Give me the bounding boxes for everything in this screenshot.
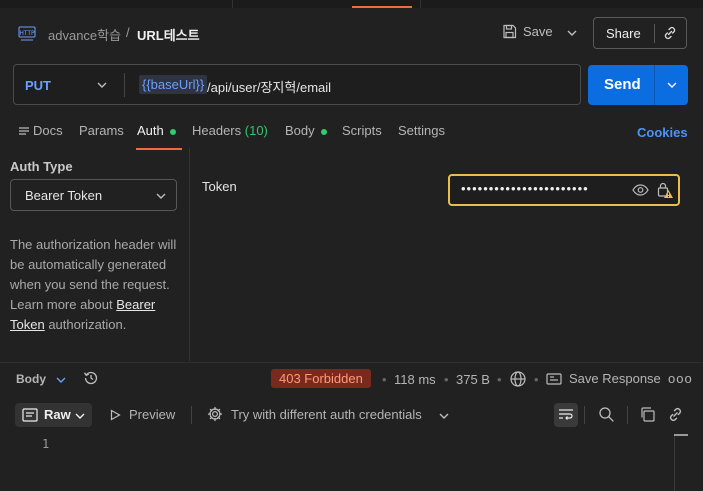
divider <box>191 406 192 424</box>
token-input[interactable]: ••••••••••••••••••••••• <box>448 174 680 206</box>
active-indicator <box>169 128 176 135</box>
tab-divider <box>232 0 233 8</box>
more-icon[interactable]: ooo <box>668 371 693 386</box>
tab-settings-label: Settings <box>398 123 445 138</box>
raw-icon <box>22 408 38 422</box>
tab-active-underline <box>136 148 182 150</box>
tab-auth-label: Auth <box>137 123 164 138</box>
active-request-tab[interactable] <box>352 0 412 8</box>
wrap-icon <box>559 409 573 420</box>
wrap-lines-button[interactable] <box>554 403 578 427</box>
url-bar: PUT {{baseUrl}} /api/user/장지혁/email <box>13 64 581 105</box>
share-button[interactable]: Share <box>593 17 687 49</box>
tab-settings[interactable]: Settings <box>398 123 445 138</box>
cookies-link[interactable]: Cookies <box>637 125 688 140</box>
tab-headers-label: Headers <box>192 123 242 138</box>
eye-icon[interactable] <box>632 183 649 197</box>
line-number: 1 <box>42 437 50 451</box>
divider <box>584 406 585 424</box>
tab-auth[interactable]: Auth <box>137 123 176 138</box>
try-auth-button[interactable]: Try with different auth credentials <box>207 406 422 422</box>
save-label: Save <box>523 24 553 39</box>
pane-divider <box>189 148 190 361</box>
globe-icon[interactable] <box>509 370 527 388</box>
chevron-down-icon[interactable] <box>96 80 108 90</box>
tab-divider <box>420 0 421 8</box>
method-select[interactable]: PUT <box>25 78 51 93</box>
response-divider <box>0 362 703 363</box>
link-icon[interactable] <box>667 406 684 423</box>
gear-icon <box>207 406 223 422</box>
divider <box>654 24 655 43</box>
separator-dot: • <box>534 372 539 387</box>
share-label: Share <box>606 26 641 41</box>
scrollbar[interactable] <box>674 434 675 491</box>
breadcrumb-separator: / <box>126 25 130 40</box>
send-button[interactable]: Send <box>588 65 688 105</box>
response-body-label[interactable]: Body <box>16 372 46 386</box>
auth-type-label: Auth Type <box>10 159 73 174</box>
auth-type-value: Bearer Token <box>25 188 103 203</box>
breadcrumb-collection[interactable]: advance학습 <box>48 25 121 44</box>
chevron-down-icon <box>156 193 166 199</box>
auth-help-suffix: authorization. <box>44 317 127 332</box>
chevron-down-icon[interactable] <box>566 28 578 38</box>
format-label: Raw <box>44 407 71 422</box>
copy-icon[interactable] <box>639 406 656 423</box>
token-value: ••••••••••••••••••••••• <box>461 181 589 196</box>
preview-button[interactable]: Preview <box>109 407 175 422</box>
save-response-label: Save Response <box>569 371 661 386</box>
send-label: Send <box>604 76 641 93</box>
divider <box>124 73 125 97</box>
tab-params[interactable]: Params <box>79 123 124 138</box>
tab-params-label: Params <box>79 123 124 138</box>
headers-count: (10) <box>244 123 268 138</box>
scrollbar-thumb[interactable] <box>674 434 688 436</box>
active-indicator <box>320 128 327 135</box>
docs-icon <box>19 127 29 135</box>
response-time[interactable]: 118 ms <box>394 372 436 387</box>
tab-scripts[interactable]: Scripts <box>342 123 382 138</box>
separator-dot: • <box>382 372 387 387</box>
chevron-down-icon[interactable] <box>55 375 67 385</box>
divider <box>654 65 655 105</box>
preview-label: Preview <box>129 407 176 422</box>
try-auth-label: Try with different auth credentials <box>231 406 422 422</box>
auth-help-text: The authorization header will be automat… <box>10 235 185 335</box>
save-response-icon <box>546 372 562 385</box>
format-select[interactable]: Raw <box>15 403 92 427</box>
separator-dot: • <box>497 372 502 387</box>
divider <box>627 406 628 424</box>
save-button[interactable]: Save <box>502 24 553 39</box>
svg-text:HTTP: HTTP <box>19 30 35 37</box>
chevron-down-icon[interactable] <box>438 411 450 421</box>
http-icon: HTTP <box>18 26 36 41</box>
tab-docs[interactable]: Docs <box>18 123 63 138</box>
separator-dot: • <box>444 372 449 387</box>
url-input[interactable]: /api/user/장지혁/email <box>207 77 331 96</box>
play-icon <box>110 408 121 421</box>
auth-type-select[interactable]: Bearer Token <box>10 179 177 211</box>
tab-body[interactable]: Body <box>285 123 327 138</box>
tab-docs-label: Docs <box>33 123 63 138</box>
response-size[interactable]: 375 B <box>456 372 490 387</box>
link-icon[interactable] <box>662 25 678 41</box>
request-title[interactable]: URL테스트 <box>137 25 200 44</box>
history-icon[interactable] <box>82 369 100 387</box>
tab-headers[interactable]: Headers (10) <box>192 123 268 138</box>
chevron-down-icon <box>75 413 85 419</box>
lock-warning-icon[interactable] <box>657 181 674 199</box>
tab-body-label: Body <box>285 123 315 138</box>
save-icon <box>503 24 517 39</box>
tab-scripts-label: Scripts <box>342 123 382 138</box>
token-label: Token <box>202 179 237 194</box>
status-badge[interactable]: 403 Forbidden <box>271 369 371 388</box>
url-variable[interactable]: {{baseUrl}} <box>139 75 208 94</box>
search-icon[interactable] <box>598 406 615 423</box>
chevron-down-icon[interactable] <box>666 80 678 90</box>
save-response-button[interactable]: Save Response <box>546 371 661 386</box>
